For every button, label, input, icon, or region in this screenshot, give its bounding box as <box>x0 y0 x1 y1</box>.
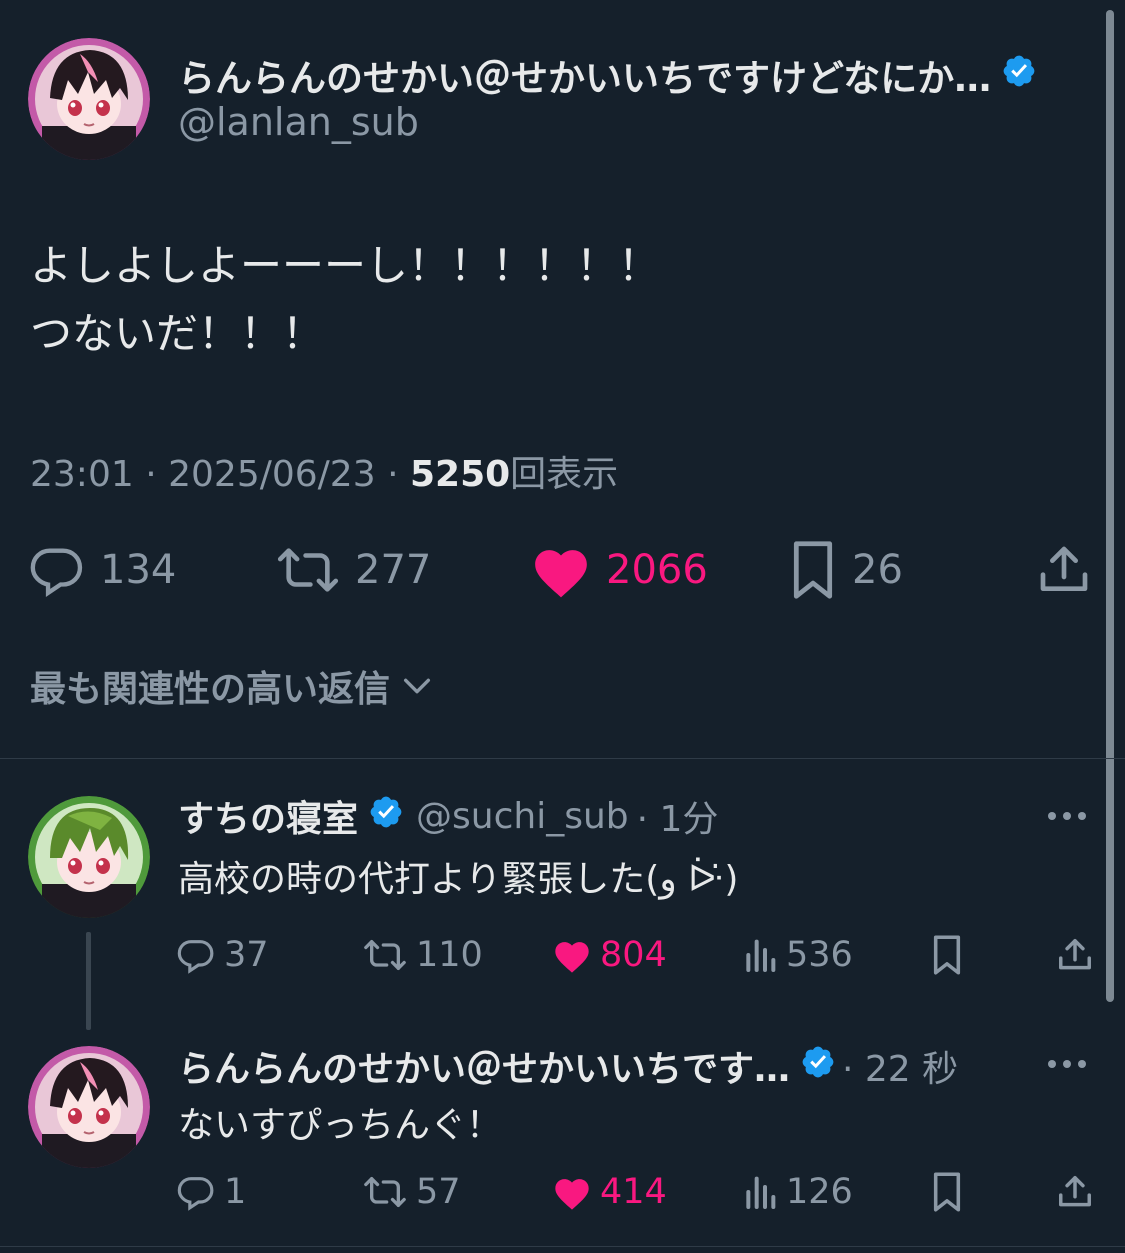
reply-button[interactable]: 1 <box>176 1167 246 1217</box>
reply-author-handle[interactable]: @suchi_sub <box>416 796 629 837</box>
share-icon <box>1059 939 1091 970</box>
like-count: 804 <box>600 935 667 975</box>
retweet-count: 277 <box>355 547 432 593</box>
reply-text: 高校の時の代打より緊張した(و ᐕ̇) <box>178 859 739 900</box>
tweet-actions: 134 277 2066 26 <box>0 535 1125 605</box>
bookmark-button[interactable] <box>930 930 972 980</box>
reply-time[interactable]: · 22 秒 <box>842 1040 958 1092</box>
bookmark-button[interactable] <box>930 1167 972 1217</box>
analytics-bars-icon <box>746 1176 776 1209</box>
tweet-text-line: つないだ！！！ <box>30 309 325 358</box>
view-count-label: 回表示 <box>510 454 619 495</box>
verified-badge-icon <box>1001 53 1037 98</box>
reply-avatar[interactable] <box>28 796 150 918</box>
retweet-count: 57 <box>416 1172 461 1212</box>
avatar-pink-hair-icon <box>28 38 150 160</box>
divider <box>0 758 1125 759</box>
retweet-icon <box>364 1177 406 1207</box>
share-button[interactable] <box>1056 930 1102 980</box>
reply-actions: 37 110 804 536 <box>0 930 1125 980</box>
author-handle[interactable]: @lanlan_sub <box>178 100 419 144</box>
avatar[interactable] <box>28 38 150 160</box>
bookmark-icon <box>933 1172 961 1212</box>
avatar-green-hair-icon <box>28 796 150 918</box>
tweet-body: よしよしよーーーし！！！！！！ つないだ！！！ <box>30 232 660 368</box>
reply-icon <box>177 1177 214 1211</box>
more-options-icon[interactable] <box>1048 1060 1086 1068</box>
author-display-name[interactable]: らんらんのせかい＠せかいいちですけどなにか… <box>178 48 1037 102</box>
views-button[interactable]: 126 <box>742 1167 853 1217</box>
reply-time[interactable]: · 1分 <box>637 790 719 842</box>
reply-count: 134 <box>100 547 177 593</box>
reply-icon <box>177 940 214 974</box>
share-button[interactable] <box>1036 535 1106 605</box>
like-count: 414 <box>600 1172 667 1212</box>
view-count: 126 <box>786 1172 853 1212</box>
like-button[interactable]: 804 <box>552 930 667 980</box>
bookmark-count: 26 <box>852 547 903 593</box>
views-button[interactable]: 536 <box>742 930 853 980</box>
like-button[interactable]: 2066 <box>530 535 708 605</box>
reply-sort-dropdown[interactable]: 最も関連性の高い返信 <box>30 660 434 712</box>
reply-sort-label: 最も関連性の高い返信 <box>30 669 391 710</box>
reply-actions: 1 57 414 126 <box>0 1167 1125 1217</box>
reply-count: 37 <box>224 935 269 975</box>
retweet-icon <box>277 548 339 592</box>
more-options-icon[interactable] <box>1048 812 1086 820</box>
like-count: 2066 <box>606 547 708 593</box>
tweet-date[interactable]: 2025/06/23 <box>168 454 376 495</box>
retweet-button[interactable]: 277 <box>275 535 431 605</box>
reply-button[interactable]: 134 <box>28 535 176 605</box>
reply-text: ないすぴっちんぐ！ <box>178 1105 503 1146</box>
tweet-meta: 23:01 · 2025/06/23 · 5250回表示 <box>30 445 618 497</box>
verified-badge-icon <box>368 794 404 839</box>
reply-button[interactable]: 37 <box>176 930 269 980</box>
like-button[interactable]: 414 <box>552 1167 667 1217</box>
tweet-text-line: よしよしよーーーし！！！！！！ <box>30 241 661 290</box>
author-name-text: らんらんのせかい＠せかいいちですけどなにか… <box>178 57 992 100</box>
heart-filled-icon <box>535 550 587 598</box>
bookmark-icon <box>933 935 961 975</box>
reply-header: すちの寝室 @suchi_sub · 1分 <box>178 790 718 842</box>
view-count: 5250 <box>409 454 511 495</box>
reply-icon <box>30 548 83 598</box>
retweet-button[interactable]: 110 <box>362 930 483 980</box>
meta-separator: · <box>145 454 157 495</box>
reply-author-name[interactable]: らんらんのせかい＠せかいいちです… <box>178 1040 790 1092</box>
verified-badge-icon <box>800 1044 836 1089</box>
view-count: 536 <box>786 935 853 975</box>
retweet-button[interactable]: 57 <box>362 1167 461 1217</box>
bookmark-button[interactable]: 26 <box>788 535 903 605</box>
reply-author-name[interactable]: すちの寝室 <box>178 790 358 842</box>
reply-avatar[interactable] <box>28 1046 150 1168</box>
chevron-down-icon <box>403 678 431 694</box>
reply-header: らんらんのせかい＠せかいいちです… · 22 秒 <box>178 1040 958 1092</box>
tweet-time[interactable]: 23:01 <box>30 454 134 495</box>
scrollbar[interactable] <box>1106 10 1114 1002</box>
meta-separator: · <box>387 454 399 495</box>
analytics-bars-icon <box>746 939 776 972</box>
bookmark-icon <box>793 541 833 599</box>
retweet-count: 110 <box>416 935 483 975</box>
heart-filled-icon <box>555 1179 589 1210</box>
share-icon <box>1059 1176 1091 1207</box>
retweet-icon <box>364 940 406 970</box>
reply-count: 1 <box>224 1172 247 1212</box>
heart-filled-icon <box>555 942 589 973</box>
divider <box>0 1246 1125 1247</box>
share-button[interactable] <box>1056 1167 1102 1217</box>
avatar-pink-hair-icon <box>28 1046 150 1168</box>
share-icon <box>1040 546 1088 591</box>
